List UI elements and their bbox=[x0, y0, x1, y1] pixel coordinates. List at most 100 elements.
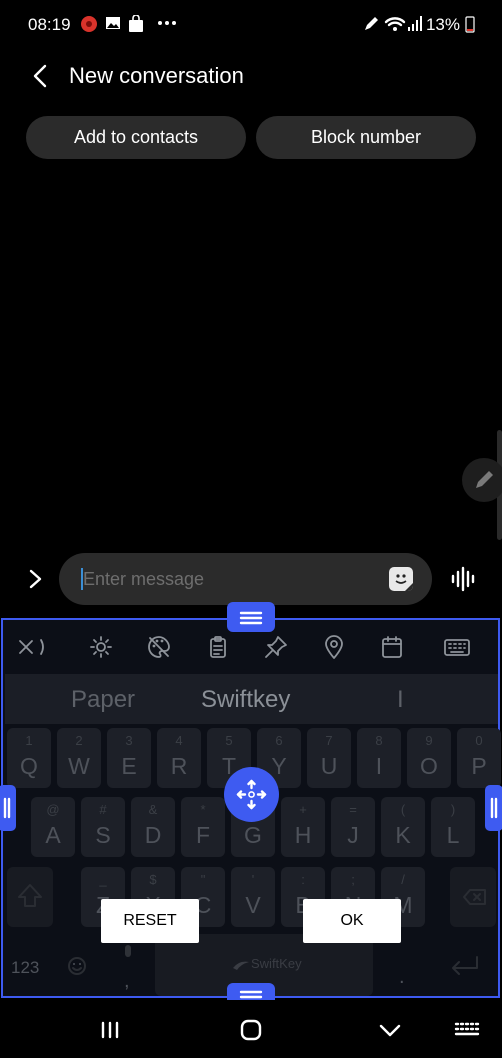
calendar-icon[interactable] bbox=[379, 634, 405, 660]
key-alt-label: 2 bbox=[75, 733, 83, 748]
image-icon bbox=[106, 17, 120, 29]
key-alt-label: 9 bbox=[425, 733, 433, 748]
key-alt-label: / bbox=[401, 872, 405, 887]
add-to-contacts-button[interactable]: Add to contacts bbox=[26, 116, 246, 159]
key-label: D bbox=[144, 822, 162, 848]
suggestion-center[interactable]: Swiftkey bbox=[201, 686, 290, 714]
back-arrow-icon[interactable] bbox=[26, 61, 56, 91]
shift-key[interactable] bbox=[7, 867, 53, 927]
message-box bbox=[59, 553, 432, 605]
key-alt-label: # bbox=[99, 802, 107, 817]
key-label: A bbox=[45, 822, 61, 848]
key-s[interactable]: # S bbox=[81, 797, 125, 857]
home-icon[interactable] bbox=[236, 1016, 266, 1044]
key-h[interactable]: + H bbox=[281, 797, 325, 857]
location-icon[interactable] bbox=[321, 634, 347, 660]
move-keyboard-handle[interactable] bbox=[224, 767, 279, 822]
backspace-icon bbox=[463, 889, 486, 905]
keyboard-switch-icon[interactable] bbox=[452, 1016, 482, 1044]
key-r[interactable]: 4R bbox=[157, 728, 201, 788]
key-alt-label: 6 bbox=[275, 733, 283, 748]
more-dots-icon bbox=[158, 21, 176, 25]
key-k[interactable]: (K bbox=[381, 797, 425, 857]
app-header: New conversation bbox=[0, 55, 502, 99]
signal-icon bbox=[408, 16, 422, 31]
key-p[interactable]: 0P bbox=[457, 728, 501, 788]
theme-palette-icon[interactable] bbox=[146, 634, 172, 660]
hide-keyboard-chevron-icon[interactable] bbox=[375, 1016, 405, 1044]
key-label: U bbox=[320, 753, 338, 779]
key-label: Q bbox=[20, 753, 38, 779]
key-d[interactable]: & D bbox=[131, 797, 175, 857]
key-alt-label: 5 bbox=[225, 733, 233, 748]
backspace-key[interactable] bbox=[450, 867, 496, 927]
emoji-key[interactable] bbox=[57, 936, 101, 996]
period-key[interactable]: . bbox=[381, 936, 425, 996]
key-label: F bbox=[195, 822, 211, 848]
key-l[interactable]: ) L bbox=[431, 797, 475, 857]
key-label: P bbox=[471, 753, 487, 779]
key-w[interactable]: 2W bbox=[57, 728, 101, 788]
key-alt-label: ' bbox=[251, 872, 255, 887]
key-alt-label: ) bbox=[450, 802, 456, 817]
key-alt-label: 4 bbox=[175, 733, 183, 748]
clipboard-icon[interactable] bbox=[205, 634, 231, 660]
key-label: K bbox=[395, 822, 411, 848]
numbers-key[interactable]: 123 bbox=[5, 936, 49, 996]
key-alt-label: + bbox=[299, 802, 307, 817]
recent-apps-icon[interactable] bbox=[95, 1016, 125, 1044]
key-q[interactable]: 1Q bbox=[7, 728, 51, 788]
settings-gear-icon[interactable] bbox=[88, 634, 114, 660]
key-label: O bbox=[420, 753, 438, 779]
key-alt-label: 0 bbox=[475, 733, 483, 748]
key-u[interactable]: 7U bbox=[307, 728, 351, 788]
key-alt-label: ; bbox=[351, 872, 355, 887]
voice-wave-icon[interactable] bbox=[450, 565, 476, 593]
right-resize-handle[interactable] bbox=[485, 785, 502, 831]
key-label: E bbox=[121, 753, 137, 779]
key-f[interactable]: * F bbox=[181, 797, 225, 857]
message-input[interactable] bbox=[83, 566, 373, 592]
close-icon[interactable] bbox=[13, 634, 39, 660]
enter-key[interactable] bbox=[439, 936, 495, 996]
block-number-button[interactable]: Block number bbox=[256, 116, 476, 159]
wifi-icon bbox=[384, 17, 406, 31]
key-alt-label: 3 bbox=[125, 733, 133, 748]
key-alt-label: ( bbox=[400, 802, 406, 817]
key-o[interactable]: 9O bbox=[407, 728, 451, 788]
key-label: H bbox=[294, 822, 312, 848]
key-alt-label: @ bbox=[46, 802, 60, 817]
expand-chevron-icon[interactable] bbox=[22, 564, 50, 594]
status-time: 08:19 bbox=[28, 15, 71, 34]
pen-icon bbox=[365, 17, 378, 30]
reset-button[interactable]: RESET bbox=[101, 899, 199, 943]
keyboard-layout-icon[interactable] bbox=[443, 634, 471, 660]
comma-key[interactable]: , bbox=[106, 936, 150, 996]
key-alt-label: = bbox=[349, 802, 357, 817]
red-app-icon bbox=[81, 16, 97, 32]
key-a[interactable]: @ A bbox=[31, 797, 75, 857]
suggestion-left[interactable]: Paper bbox=[71, 686, 135, 714]
ok-button[interactable]: OK bbox=[303, 899, 401, 943]
edit-fab[interactable] bbox=[462, 458, 502, 502]
comma-label: , bbox=[124, 970, 130, 992]
swiftkey-logo-icon bbox=[233, 961, 249, 970]
sticker-icon[interactable] bbox=[389, 567, 413, 591]
key-j[interactable]: = J bbox=[331, 797, 375, 857]
pin-icon[interactable] bbox=[263, 634, 289, 660]
system-nav-bar bbox=[0, 1000, 502, 1058]
suggestion-right[interactable]: I bbox=[397, 686, 404, 714]
shopping-bag-icon bbox=[129, 15, 143, 32]
key-e[interactable]: 3E bbox=[107, 728, 151, 788]
left-resize-handle[interactable] bbox=[0, 785, 16, 831]
key-i[interactable]: 8I bbox=[357, 728, 401, 788]
drag-lines-icon bbox=[239, 611, 263, 625]
key-alt-label: * bbox=[200, 802, 206, 817]
key-label: G bbox=[244, 822, 262, 848]
key-alt-label: : bbox=[301, 872, 305, 887]
battery-percent: 13% bbox=[425, 15, 460, 34]
emoji-icon bbox=[68, 957, 86, 975]
key-label: S bbox=[95, 822, 111, 848]
top-resize-handle[interactable] bbox=[227, 602, 275, 632]
key-v[interactable]: ' V bbox=[231, 867, 275, 927]
